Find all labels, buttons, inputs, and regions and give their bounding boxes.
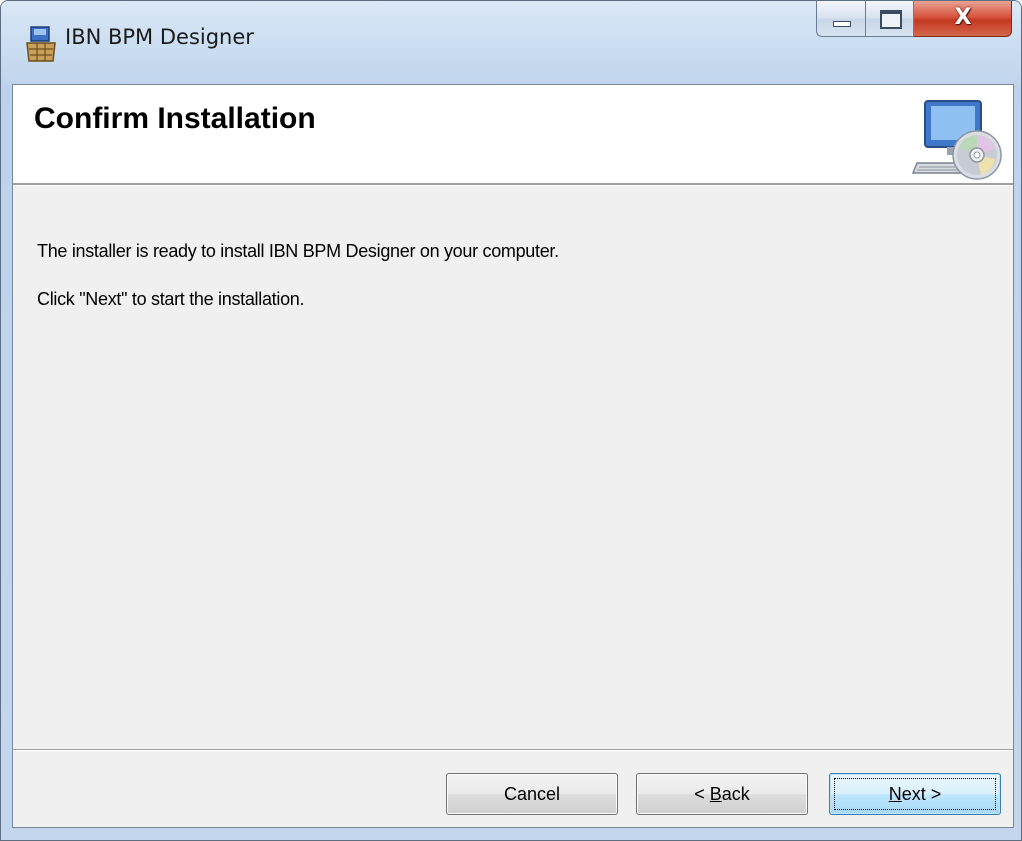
computer-cd-icon: [911, 100, 1002, 180]
window-title: IBN BPM Designer: [65, 25, 254, 49]
footer-divider: [13, 749, 1013, 751]
back-button[interactable]: < Back: [636, 773, 808, 815]
close-icon: X: [954, 5, 972, 30]
cancel-button[interactable]: Cancel: [446, 773, 618, 815]
next-button[interactable]: Next >: [829, 773, 1001, 815]
title-bar[interactable]: IBN BPM Designer X: [1, 1, 1021, 85]
minimize-button[interactable]: [816, 1, 866, 37]
page-title: Confirm Installation: [34, 102, 316, 135]
back-button-label: ack: [721, 784, 750, 804]
installer-package-icon: [26, 26, 56, 62]
maximize-button[interactable]: [866, 1, 914, 37]
installer-window: IBN BPM Designer X Confirm Installation: [0, 0, 1022, 841]
close-button[interactable]: X: [914, 1, 1012, 37]
ready-message: The installer is ready to install IBN BP…: [37, 241, 559, 261]
header-banner: Confirm Installation: [13, 85, 1013, 185]
back-button-prefix: <: [694, 784, 710, 804]
instruction-message: Click "Next" to start the installation.: [37, 289, 305, 309]
focus-rectangle: [834, 778, 996, 810]
maximize-icon: [880, 10, 902, 29]
minimize-icon: [833, 21, 851, 27]
dialog-client-area: Confirm Installation The installer is re…: [12, 84, 1014, 828]
caption-buttons: X: [816, 1, 1017, 39]
back-button-mnemonic: B: [709, 784, 722, 804]
